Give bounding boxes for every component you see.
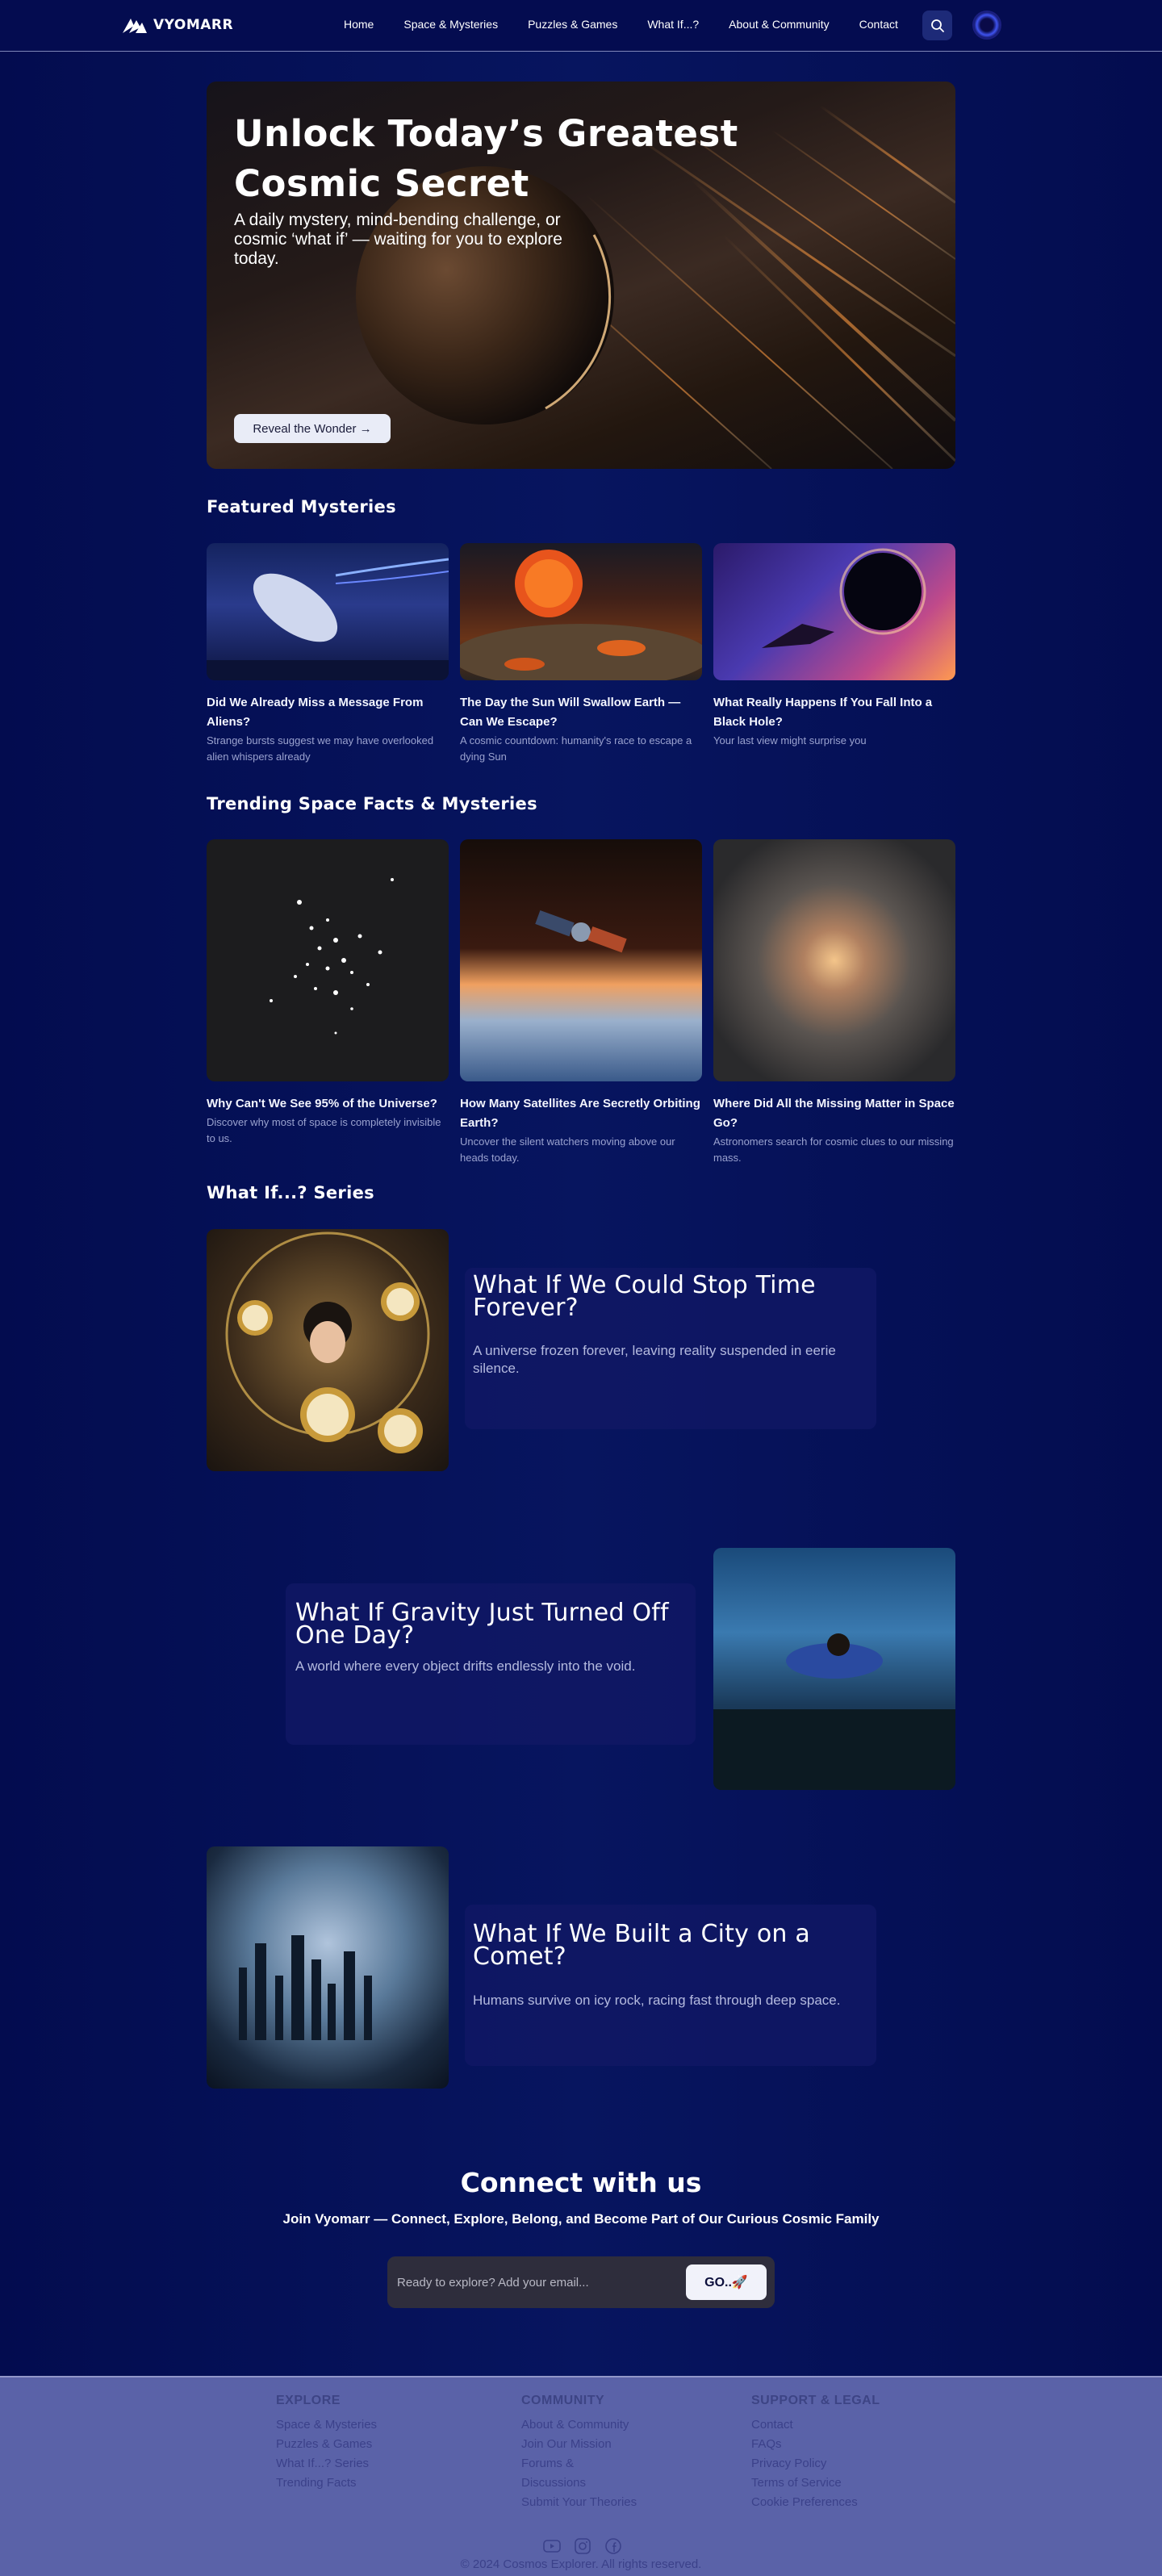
instagram-icon[interactable] xyxy=(573,2537,592,2555)
card-description: Uncover the silent watchers moving above… xyxy=(460,1135,675,1164)
footer-link[interactable]: Trending Facts xyxy=(276,2474,377,2493)
card-title: What Really Happens If You Fall Into a B… xyxy=(713,696,933,729)
footer-link[interactable]: Contact xyxy=(751,2415,880,2435)
card-description: Strange bursts suggest we may have overl… xyxy=(207,734,434,763)
card-title: How Many Satellites Are Secretly Orbitin… xyxy=(460,1097,700,1130)
footer-heading: EXPLORE xyxy=(276,2394,341,2407)
nav-link-contact[interactable]: Contact xyxy=(859,18,898,31)
trending-card-missing-matter[interactable]: Where Did All the Missing Matter in Spac… xyxy=(713,839,955,1166)
reveal-wonder-button[interactable]: Reveal the Wonder → xyxy=(234,414,391,443)
gravity-off-image[interactable] xyxy=(713,1548,955,1790)
footer-link[interactable]: Submit Your Theories xyxy=(521,2493,637,2512)
search-icon xyxy=(930,19,944,32)
card-description: Discover why most of space is completely… xyxy=(207,1116,441,1144)
brand-logo[interactable]: VYOMARR xyxy=(121,16,233,34)
star-cluster-image xyxy=(207,839,449,1081)
newsletter-signup: GO..🚀 xyxy=(387,2256,775,2308)
hero-banner: Unlock Today’s Greatest Cosmic Secret A … xyxy=(207,82,955,469)
card-description: Your last view might surprise you xyxy=(713,734,867,746)
whatif-section-title: What If...? Series xyxy=(207,1183,374,1202)
footer-explore-column: EXPLORE Space & Mysteries Puzzles & Game… xyxy=(276,2394,377,2493)
footer-link[interactable]: Space & Mysteries xyxy=(276,2415,377,2435)
card-title: The Day the Sun Will Swallow Earth — Can… xyxy=(460,696,681,729)
footer-heading: COMMUNITY xyxy=(521,2394,605,2407)
hero-title: Unlock Today’s Greatest Cosmic Secret xyxy=(234,112,738,205)
nav-link-what-if[interactable]: What If...? xyxy=(647,18,699,31)
footer-link[interactable]: Cookie Preferences xyxy=(751,2493,880,2512)
footer-link[interactable]: Puzzles & Games xyxy=(276,2435,377,2454)
radio-dish-image xyxy=(207,543,449,680)
planet-avatar-icon[interactable] xyxy=(972,10,1001,40)
black-hole-image xyxy=(713,543,955,680)
nav-link-puzzles-games[interactable]: Puzzles & Games xyxy=(528,18,617,31)
featured-card-black-hole[interactable]: What Really Happens If You Fall Into a B… xyxy=(713,543,955,749)
card-description: A cosmic countdown: humanity's race to e… xyxy=(460,734,692,763)
stop-time-image[interactable] xyxy=(207,1229,449,1471)
footer-link[interactable]: About & Community xyxy=(521,2415,637,2435)
dying-sun-image xyxy=(460,543,702,680)
whatif-title: What If Gravity Just Turned Off One Day? xyxy=(295,1599,669,1650)
trending-card-invisible-universe[interactable]: Why Can't We See 95% of the Universe? Di… xyxy=(207,839,449,1147)
connect-title: Connect with us xyxy=(460,2167,702,2198)
card-title: Why Can't We See 95% of the Universe? xyxy=(207,1097,437,1110)
nav-link-space-mysteries[interactable]: Space & Mysteries xyxy=(403,18,498,31)
youtube-icon[interactable] xyxy=(542,2537,562,2555)
social-icons xyxy=(542,2537,623,2555)
featured-section-title: Featured Mysteries xyxy=(207,497,396,516)
footer-link[interactable]: FAQs xyxy=(751,2435,880,2454)
trending-card-satellites[interactable]: How Many Satellites Are Secretly Orbitin… xyxy=(460,839,702,1166)
hero-subtitle: A daily mystery, mind-bending challenge,… xyxy=(234,211,562,268)
nav-link-home[interactable]: Home xyxy=(344,18,374,31)
nav-links: Home Space & Mysteries Puzzles & Games W… xyxy=(344,18,928,31)
email-input[interactable] xyxy=(397,2266,663,2298)
whatif-title: What If We Could Stop Time Forever? xyxy=(473,1271,816,1322)
footer-link[interactable]: What If...? Series xyxy=(276,2454,377,2474)
go-button[interactable]: GO..🚀 xyxy=(686,2264,767,2300)
whatif-description: Humans survive on icy rock, racing fast … xyxy=(473,1993,841,2008)
card-description: Astronomers search for cosmic clues to o… xyxy=(713,1135,954,1164)
search-button[interactable] xyxy=(922,10,952,40)
card-title: Where Did All the Missing Matter in Spac… xyxy=(713,1097,955,1130)
whatif-title: What If We Built a City on a Comet? xyxy=(473,1920,810,1971)
comet-city-image[interactable] xyxy=(207,1846,449,2089)
whatif-description: A universe frozen forever, leaving reali… xyxy=(473,1343,836,1376)
brand-name: VYOMARR xyxy=(153,17,234,33)
connect-subtitle: Join Vyomarr — Connect, Explore, Belong,… xyxy=(282,2211,880,2227)
whatif-card-stop-time[interactable]: What If We Could Stop Time Forever? A un… xyxy=(465,1268,876,1429)
facebook-icon[interactable] xyxy=(604,2537,623,2555)
footer-link[interactable]: Privacy Policy xyxy=(751,2454,880,2474)
whatif-card-comet-city[interactable]: What If We Built a City on a Comet? Huma… xyxy=(465,1905,876,2066)
nav-link-about-community[interactable]: About & Community xyxy=(729,18,830,31)
nebula-burst-image xyxy=(713,839,955,1081)
footer-link[interactable]: Forums & xyxy=(521,2454,637,2474)
footer-link[interactable]: Discussions xyxy=(521,2474,637,2493)
footer-community-column: COMMUNITY About & Community Join Our Mis… xyxy=(521,2394,637,2512)
top-navbar: VYOMARR Home Space & Mysteries Puzzles &… xyxy=(0,0,1162,52)
footer-link[interactable]: Terms of Service xyxy=(751,2474,880,2493)
copyright-text: © 2024 Cosmos Explorer. All rights reser… xyxy=(460,2557,702,2571)
featured-card-sun[interactable]: The Day the Sun Will Swallow Earth — Can… xyxy=(460,543,702,765)
featured-card-aliens[interactable]: Did We Already Miss a Message From Alien… xyxy=(207,543,449,765)
whatif-card-gravity[interactable]: What If Gravity Just Turned Off One Day?… xyxy=(286,1583,696,1745)
card-title: Did We Already Miss a Message From Alien… xyxy=(207,696,424,729)
footer-support-column: SUPPORT & LEGAL Contact FAQs Privacy Pol… xyxy=(751,2394,880,2512)
satellite-orbit-image xyxy=(460,839,702,1081)
logo-mark-icon xyxy=(123,19,147,33)
whatif-description: A world where every object drifts endles… xyxy=(295,1658,636,1674)
trending-section-title: Trending Space Facts & Mysteries xyxy=(207,794,537,813)
footer-heading: SUPPORT & LEGAL xyxy=(751,2394,880,2407)
footer-link[interactable]: Join Our Mission xyxy=(521,2435,637,2454)
footer: EXPLORE Space & Mysteries Puzzles & Game… xyxy=(0,2376,1162,2576)
